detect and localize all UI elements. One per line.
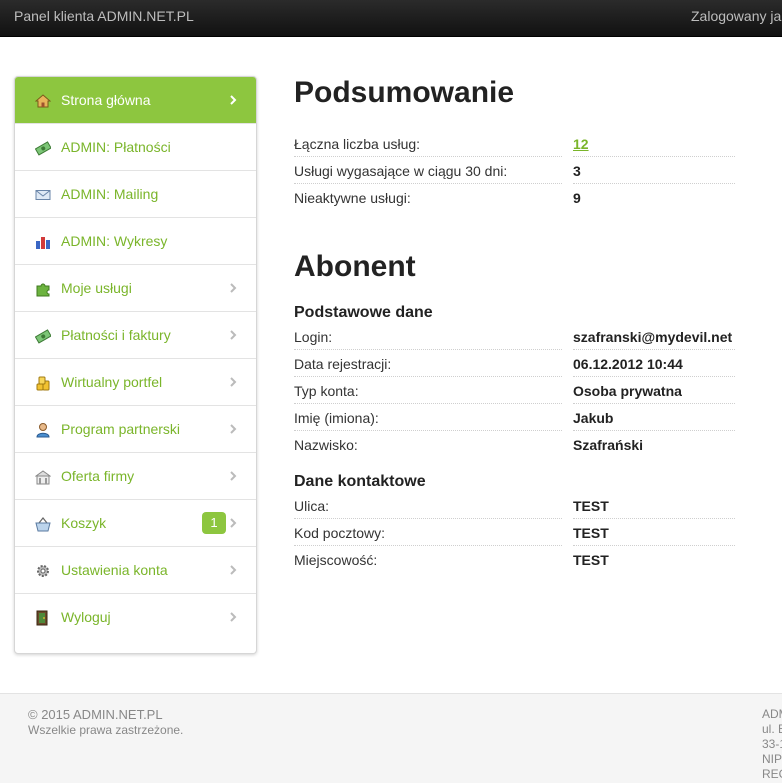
summary-label: Usługi wygasające w ciągu 30 dni: [294, 163, 508, 179]
sidebar-item-partner-program[interactable]: Program partnerski [15, 406, 256, 453]
contact-data-row: Ulica: TEST [294, 492, 735, 519]
field-value: TEST [573, 498, 609, 514]
sidebar-item-cart[interactable]: Koszyk 1 [15, 500, 256, 547]
field-label: Miejscowość: [294, 552, 378, 568]
chevron-right-icon [230, 377, 237, 387]
contact-data-row: Kod pocztowy: TEST [294, 519, 735, 546]
home-icon [35, 94, 51, 108]
sidebar-item-label: Strona główna [61, 92, 151, 108]
contact-data-row: Miejscowość: TEST [294, 546, 735, 573]
sidebar-item-account-settings[interactable]: Ustawienia konta [15, 547, 256, 594]
money-icon [35, 141, 51, 156]
field-label: Kod pocztowy: [294, 525, 386, 541]
basic-data-row: Data rejestracji: 06.12.2012 10:44 [294, 350, 735, 377]
sidebar-item-admin-charts[interactable]: ADMIN: Wykresy [15, 218, 256, 265]
address-line: REG [762, 767, 782, 781]
sidebar-item-admin-payments[interactable]: ADMIN: Płatności [15, 124, 256, 171]
address-line: NIP [762, 752, 782, 766]
chevron-right-icon [230, 518, 237, 528]
summary-label: Nieaktywne usługi: [294, 190, 411, 206]
subscriber-heading: Abonent [294, 250, 416, 283]
sidebar-item-label: Koszyk [61, 515, 107, 531]
field-label: Ulica: [294, 498, 330, 514]
bar-chart-icon [36, 237, 50, 249]
basic-data-row: Login: szafranski@mydevil.net [294, 323, 735, 350]
sidebar-item-admin-mailing[interactable]: ADMIN: Mailing [15, 171, 256, 218]
sidebar-item-label: ADMIN: Wykresy [61, 233, 168, 249]
field-value: Szafrański [573, 437, 644, 453]
field-value: Jakub [573, 410, 614, 426]
summary-row: Nieaktywne usługi: 9 [294, 184, 735, 211]
chevron-right-icon [230, 95, 237, 105]
envelope-icon [35, 190, 51, 200]
sidebar-item-payments-invoices[interactable]: Płatności i faktury [15, 312, 256, 359]
field-value: Osoba prywatna [573, 383, 682, 399]
sidebar-item-label: Wyloguj [61, 609, 111, 625]
sidebar-item-label: Moje usługi [61, 280, 132, 296]
chevron-right-icon [230, 612, 237, 622]
field-value: TEST [573, 552, 609, 568]
address-line: 33-1 [762, 737, 782, 751]
summary-row: Usługi wygasające w ciągu 30 dni: 3 [294, 157, 735, 184]
summary-label: Łączna liczba usług: [294, 136, 421, 152]
sidebar-item-label: Ustawienia konta [61, 562, 168, 578]
user-icon [36, 423, 50, 438]
summary-row: Łączna liczba usług: 12 [294, 130, 735, 157]
logout-door-icon [36, 610, 48, 626]
sidebar-item-label: Wirtualny portfel [61, 374, 163, 390]
sidebar-item-my-services[interactable]: Moje usługi [15, 265, 256, 312]
sidebar-nav: Strona główna ADMIN: Płatności ADMIN: Ma… [14, 76, 257, 654]
top-bar: Panel klienta ADMIN.NET.PL Zalogowany ja [0, 0, 782, 37]
copyright-text: © 2015 ADMIN.NET.PL [28, 707, 163, 722]
building-icon [35, 470, 51, 485]
sidebar-item-company-offer[interactable]: Oferta firmy [15, 453, 256, 500]
sidebar-item-label: Program partnerski [61, 421, 181, 437]
money-icon [35, 329, 51, 344]
field-value: TEST [573, 525, 609, 541]
address-line: ADM [762, 707, 782, 721]
sidebar-item-logout[interactable]: Wyloguj [15, 594, 256, 642]
contact-data-heading: Dane kontaktowe [294, 473, 426, 490]
puzzle-icon [36, 283, 50, 297]
summary-value: 3 [573, 163, 581, 179]
basket-icon [35, 517, 51, 532]
company-address: ADM ul. E 33-1 NIP REG [762, 707, 782, 782]
sidebar-item-label: Oferta firmy [61, 468, 135, 484]
field-value: 06.12.2012 10:44 [573, 356, 683, 372]
basic-data-row: Typ konta: Osoba prywatna [294, 377, 735, 404]
field-label: Imię (imiona): [294, 410, 379, 426]
address-line: ul. E [762, 722, 782, 736]
sidebar-item-label: Płatności i faktury [61, 327, 171, 343]
footer: © 2015 ADMIN.NET.PL Wszelkie prawa zastr… [0, 693, 782, 783]
chevron-right-icon [230, 330, 237, 340]
panel-title: Panel klienta ADMIN.NET.PL [14, 8, 194, 24]
field-label: Nazwisko: [294, 437, 358, 453]
sidebar-item-label: ADMIN: Mailing [61, 186, 159, 202]
field-label: Login: [294, 329, 333, 345]
basic-data-heading: Podstawowe dane [294, 304, 433, 321]
sidebar-item-virtual-wallet[interactable]: Wirtualny portfel [15, 359, 256, 406]
field-value: szafranski@mydevil.net [573, 329, 733, 345]
field-label: Typ konta: [294, 383, 359, 399]
summary-heading: Podsumowanie [294, 76, 515, 109]
chevron-right-icon [230, 471, 237, 481]
basic-data-row: Nazwisko: Szafrański [294, 431, 735, 458]
gear-icon [37, 565, 49, 577]
sidebar-item-label: ADMIN: Płatności [61, 139, 171, 155]
logged-in-user-text: Zalogowany ja [691, 8, 782, 24]
coins-icon [36, 376, 50, 391]
chevron-right-icon [230, 283, 237, 293]
summary-value: 9 [573, 190, 581, 206]
cart-count-badge: 1 [202, 512, 226, 534]
sidebar-item-home[interactable]: Strona główna [15, 77, 256, 124]
total-services-link[interactable]: 12 [573, 136, 589, 152]
basic-data-row: Imię (imiona): Jakub [294, 404, 735, 431]
rights-text: Wszelkie prawa zastrzeżone. [28, 723, 184, 737]
chevron-right-icon [230, 565, 237, 575]
field-label: Data rejestracji: [294, 356, 392, 372]
chevron-right-icon [230, 424, 237, 434]
